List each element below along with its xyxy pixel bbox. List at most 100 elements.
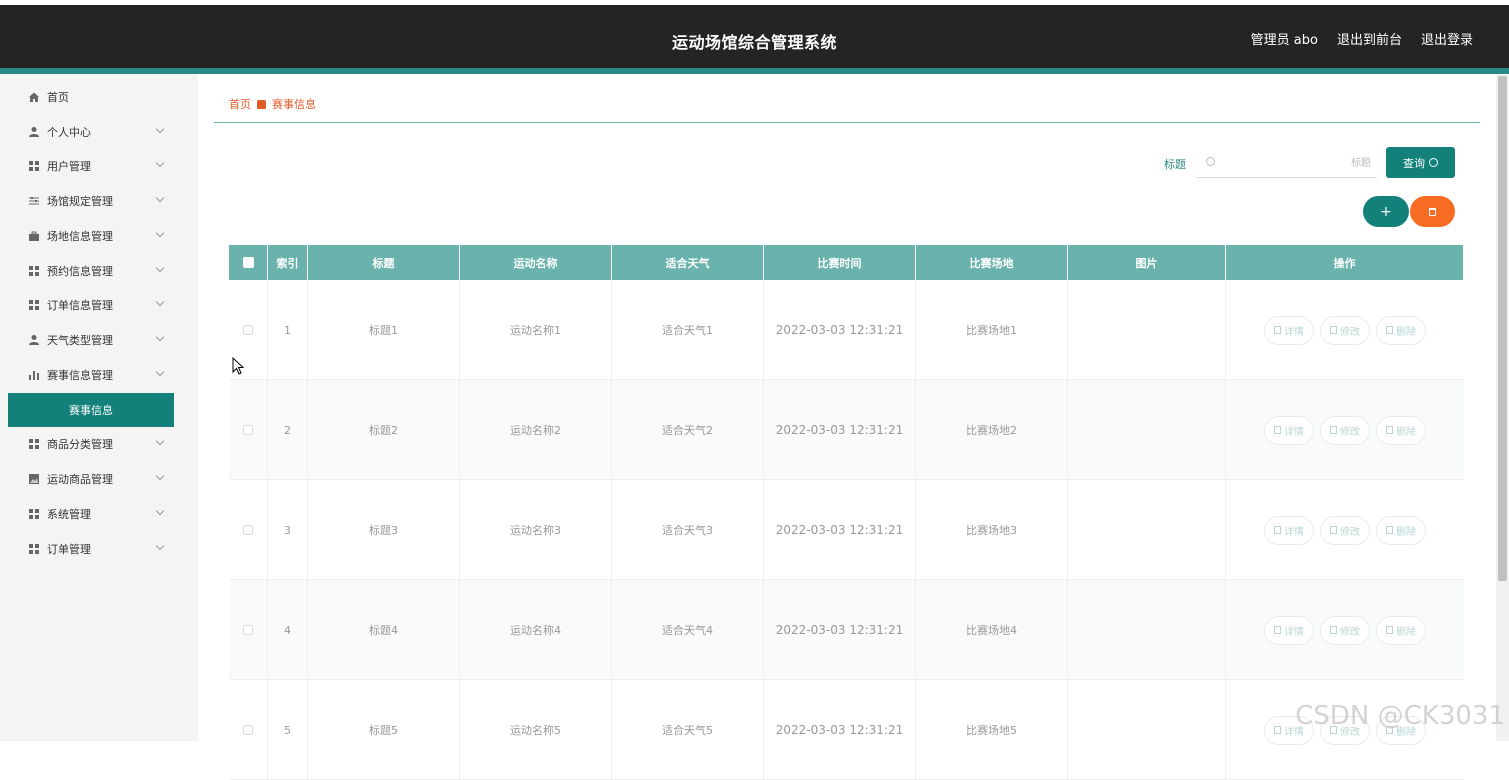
table-cell-venue: 比赛场地5 <box>916 680 1068 780</box>
table-cell-time: 2022-03-03 12:31:21 <box>764 380 916 480</box>
top-header: 运动场馆综合管理系统 管理员 abo 退出到前台 退出登录 <box>0 0 1509 68</box>
grid-icon <box>28 438 40 450</box>
document-icon <box>1274 326 1281 334</box>
search-label: 标题 <box>1164 156 1186 172</box>
table-cell-image <box>1068 680 1226 780</box>
row-checkbox[interactable] <box>243 725 253 735</box>
sidebar-item[interactable]: 系统管理 <box>0 497 198 531</box>
exit-to-front-link[interactable]: 退出到前台 <box>1337 29 1402 48</box>
edit-button-label: 修改 <box>1340 623 1360 638</box>
sidebar-item[interactable]: 运动商品管理 <box>0 462 198 496</box>
column-header: 图片 <box>1068 245 1226 280</box>
table-cell-venue: 比赛场地1 <box>916 280 1068 380</box>
query-button[interactable]: 查询 <box>1386 147 1455 178</box>
sidebar-item[interactable]: 订单信息管理 <box>0 288 198 322</box>
table-cell-time: 2022-03-03 12:31:21 <box>764 680 916 780</box>
sidebar-item[interactable]: 个人中心 <box>0 115 198 149</box>
pencil-icon <box>1330 526 1337 534</box>
trash-icon <box>1386 426 1393 434</box>
header-actions: 管理员 abo 退出到前台 退出登录 <box>1251 29 1473 48</box>
row-checkbox[interactable] <box>243 525 253 535</box>
sidebar-item[interactable]: 预约信息管理 <box>0 254 198 288</box>
pencil-icon <box>1330 626 1337 634</box>
sidebar-item-label: 首页 <box>47 89 69 105</box>
table-cell-image <box>1068 280 1226 380</box>
table-row: 2标题2运动名称2适合天气22022-03-03 12:31:21比赛场地2详情… <box>229 380 1464 480</box>
detail-button[interactable]: 详情 <box>1264 616 1314 645</box>
table-cell-image <box>1068 380 1226 480</box>
table-cell-image <box>1068 480 1226 580</box>
add-button[interactable]: + <box>1363 196 1409 227</box>
detail-button-label: 详情 <box>1284 523 1304 538</box>
detail-button-label: 详情 <box>1284 423 1304 438</box>
select-all-checkbox[interactable] <box>243 257 254 268</box>
column-header: 比赛时间 <box>764 245 916 280</box>
chevron-down-icon <box>156 472 164 480</box>
document-icon <box>1274 726 1281 734</box>
breadcrumb-separator-icon <box>257 100 266 109</box>
row-select-cell <box>229 480 268 580</box>
sidebar-item-label: 个人中心 <box>47 124 91 140</box>
sidebar-item[interactable]: 用户管理 <box>0 149 198 183</box>
table-cell-index: 2 <box>268 380 308 480</box>
edit-button-label: 修改 <box>1340 523 1360 538</box>
delete-button[interactable]: 删除 <box>1376 416 1426 445</box>
delete-button-label: 删除 <box>1396 623 1416 638</box>
logout-link[interactable]: 退出登录 <box>1421 29 1473 48</box>
table-row: 1标题1运动名称1适合天气12022-03-03 12:31:21比赛场地1详情… <box>229 280 1464 380</box>
row-checkbox[interactable] <box>243 325 253 335</box>
table-cell-weather: 适合天气2 <box>612 380 764 480</box>
delete-button[interactable]: 删除 <box>1376 616 1426 645</box>
breadcrumb-home[interactable]: 首页 <box>229 96 251 112</box>
detail-button-label: 详情 <box>1284 623 1304 638</box>
detail-button[interactable]: 详情 <box>1264 516 1314 545</box>
edit-button[interactable]: 修改 <box>1320 416 1370 445</box>
delete-button[interactable]: 删除 <box>1376 516 1426 545</box>
search-input[interactable] <box>1226 154 1371 172</box>
sidebar-item[interactable]: 天气类型管理 <box>0 323 198 357</box>
sidebar-item[interactable]: 场馆规定管理 <box>0 184 198 218</box>
sidebar-item-label: 场馆规定管理 <box>47 193 113 209</box>
user-icon <box>28 334 40 346</box>
batch-delete-button[interactable] <box>1410 196 1455 227</box>
table-row: 5标题5运动名称5适合天气52022-03-03 12:31:21比赛场地5详情… <box>229 680 1464 780</box>
sidebar-item[interactable]: 商品分类管理 <box>0 427 198 461</box>
scrollbar-thumb[interactable] <box>1498 76 1507 581</box>
sidebar-item-label: 运动商品管理 <box>47 471 113 487</box>
delete-button[interactable]: 删除 <box>1376 316 1426 345</box>
main-content: 首页 赛事信息 标题 查询 + 索引标题运动名称适合天气比赛时间比赛场地图片操作… <box>198 74 1495 741</box>
sidebar-item-label: 赛事信息管理 <box>47 367 113 383</box>
table-row: 3标题3运动名称3适合天气32022-03-03 12:31:21比赛场地3详情… <box>229 480 1464 580</box>
table-cell-actions: 详情修改删除 <box>1226 280 1464 380</box>
plus-icon: + <box>1380 204 1392 220</box>
column-header: 操作 <box>1226 245 1464 280</box>
bar-chart-icon <box>28 369 40 381</box>
sidebar-item[interactable]: 首页 <box>0 80 198 114</box>
edit-button[interactable]: 修改 <box>1320 516 1370 545</box>
table-cell-venue: 比赛场地4 <box>916 580 1068 680</box>
trash-icon <box>1386 526 1393 534</box>
document-icon <box>1274 426 1281 434</box>
search-icon <box>1429 158 1438 167</box>
user-icon <box>28 126 40 138</box>
sidebar-item[interactable]: 场地信息管理 <box>0 219 198 253</box>
row-checkbox[interactable] <box>243 425 253 435</box>
sidebar-item[interactable]: 赛事信息管理 <box>0 358 198 392</box>
vertical-scrollbar[interactable] <box>1496 74 1509 741</box>
trash-icon <box>1429 208 1436 216</box>
sidebar-item-label: 订单管理 <box>47 541 91 557</box>
edit-button[interactable]: 修改 <box>1320 616 1370 645</box>
table-cell-sport: 运动名称5 <box>460 680 612 780</box>
current-user: 管理员 abo <box>1251 29 1318 48</box>
sidebar-item-label: 天气类型管理 <box>47 332 113 348</box>
detail-button[interactable]: 详情 <box>1264 316 1314 345</box>
sidebar-item-label: 场地信息管理 <box>47 228 113 244</box>
detail-button[interactable]: 详情 <box>1264 416 1314 445</box>
breadcrumb-current: 赛事信息 <box>272 96 316 112</box>
sidebar-item[interactable]: 订单管理 <box>0 532 198 566</box>
column-header: 适合天气 <box>612 245 764 280</box>
sidebar-item-event-info[interactable]: 赛事信息 <box>8 393 174 427</box>
select-all-header <box>229 245 268 280</box>
edit-button[interactable]: 修改 <box>1320 316 1370 345</box>
row-checkbox[interactable] <box>243 625 253 635</box>
